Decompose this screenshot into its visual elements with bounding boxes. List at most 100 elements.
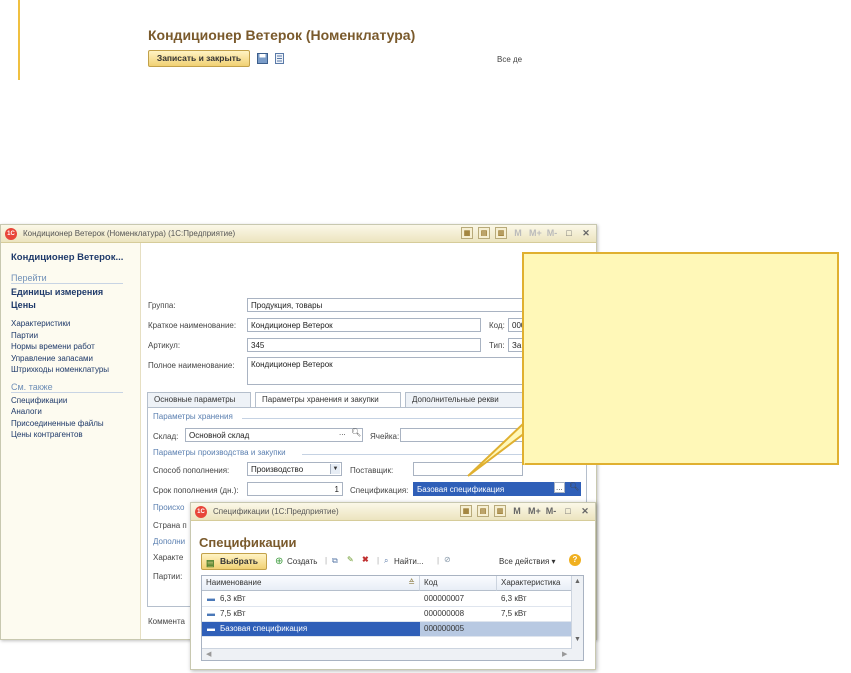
scroll-right-icon[interactable]: ▶ [562, 650, 567, 658]
scroll-left-icon[interactable]: ◀ [206, 650, 211, 658]
close-button[interactable]: ✕ [580, 227, 592, 239]
specifications-window: 1С Спецификации (1С:Предприятие) ▦ ▤ ▥ M… [190, 502, 596, 670]
spec-window-title: Спецификации (1С:Предприятие) [213, 507, 339, 516]
sidebar-section-see-also: См. также [11, 382, 123, 393]
spec-calculator-icon[interactable]: ▤ [477, 505, 489, 517]
term-field[interactable]: 1 [247, 482, 343, 496]
origin-group-title: Происхо [153, 503, 185, 512]
sidebar-item-prices[interactable]: Цены [11, 299, 140, 312]
comment-label: Коммента [148, 617, 185, 626]
column-header-name[interactable]: Наименование ≙ [202, 576, 420, 591]
callout-box [522, 252, 839, 465]
open-search-icon[interactable]: 🔍︎ [351, 428, 361, 437]
spec-titlebar: 1С Спецификации (1С:Предприятие) ▦ ▤ ▥ M… [191, 503, 595, 521]
spec-form-title: Спецификации [199, 535, 297, 550]
copy-icon[interactable]: ⧉ [332, 556, 338, 566]
spec-label: Спецификация: [350, 486, 409, 495]
toolbar-separator: | [325, 556, 328, 565]
sidebar-item-specifications[interactable]: Спецификации [11, 395, 140, 407]
all-actions-menu[interactable]: Все де [497, 55, 522, 64]
group-field[interactable]: Продукция, товары [247, 298, 523, 312]
toolbar-separator-2: | [377, 556, 380, 565]
tab-basic-params[interactable]: Основные параметры [147, 392, 251, 407]
sidebar-item-analogs[interactable]: Аналоги [11, 406, 140, 418]
table-row-selected[interactable]: ▬ Базовая спецификация 000000005 [202, 622, 572, 637]
storage-group-title: Параметры хранения [153, 412, 233, 421]
callout-pointer-join [524, 420, 538, 466]
calculator-icon[interactable]: ▤ [478, 227, 490, 239]
sidebar-item-lots[interactable]: Партии [11, 330, 140, 342]
sidebar-item-contractor-prices[interactable]: Цены контрагентов [11, 429, 140, 441]
code-label: Код: [489, 321, 505, 330]
type-field[interactable]: За [508, 338, 523, 352]
replenish-select[interactable]: Производство [247, 462, 342, 476]
document-list-icon[interactable] [274, 53, 285, 64]
sidebar: Кондиционер Ветерок... Перейти Единицы и… [1, 243, 141, 639]
spec-choose-ellipsis-icon[interactable]: ... [554, 482, 565, 493]
short-name-field[interactable]: Кондиционер Ветерок [247, 318, 481, 332]
row-code: 000000005 [424, 624, 465, 633]
help-icon[interactable]: ? [569, 554, 581, 566]
memory-plus-button[interactable]: M+ [529, 227, 542, 239]
choose-ellipsis-icon[interactable]: ... [339, 428, 346, 437]
create-button[interactable]: Создать [287, 557, 317, 566]
spec-memory-minus-button[interactable]: M- [545, 505, 557, 517]
vertical-scrollbar[interactable]: ▲ ▼ [571, 576, 583, 660]
restore-button[interactable]: □ [563, 227, 575, 239]
spec-open-search-icon[interactable]: 🔍︎ [569, 482, 579, 491]
article-field[interactable]: 345 [247, 338, 481, 352]
memory-button[interactable]: M [512, 227, 524, 239]
cancel-search-icon[interactable]: ⊘ [444, 555, 451, 564]
save-icon[interactable] [257, 53, 268, 64]
scroll-up-icon[interactable]: ▲ [574, 578, 581, 585]
sidebar-section-goto: Перейти [11, 273, 123, 284]
sidebar-item-units[interactable]: Единицы измерения [11, 286, 140, 299]
slide-accent-bar [18, 0, 20, 80]
spec-calendar-icon[interactable]: ▥ [494, 505, 506, 517]
row-code: 000000007 [424, 594, 465, 603]
cell-label: Ячейка: [370, 432, 400, 441]
spec-all-actions-menu[interactable]: Все действия ▾ [499, 557, 556, 566]
calendar-icon[interactable]: ▥ [495, 227, 507, 239]
history-icon[interactable]: ▦ [461, 227, 473, 239]
replenish-label: Способ пополнения: [153, 466, 230, 475]
row-name: Базовая спецификация [220, 624, 308, 633]
tab-additional[interactable]: Дополнительные рекви [405, 392, 525, 407]
sidebar-item-attached-files[interactable]: Присоединенные файлы [11, 418, 140, 430]
extra-group-title: Дополни [153, 537, 186, 546]
spec-history-icon[interactable]: ▦ [460, 505, 472, 517]
window-titlebar: 1С Кондиционер Ветерок (Номенклатура) (1… [1, 225, 596, 243]
find-button[interactable]: Найти... [394, 557, 424, 566]
table-row[interactable]: ▬ 7,5 кВт 000000008 7,5 кВт [202, 607, 572, 622]
choose-button[interactable]: ▤ Выбрать [201, 553, 267, 570]
spec-restore-button[interactable]: □ [562, 505, 574, 517]
table-row[interactable]: ▬ 6,3 кВт 000000007 6,3 кВт [202, 592, 572, 607]
delete-icon[interactable]: ✖ [362, 555, 369, 564]
find-icon: ⌕ [384, 556, 389, 565]
sidebar-item-work-norms[interactable]: Нормы времени работ [11, 341, 140, 353]
spec-memory-plus-button[interactable]: M+ [528, 505, 541, 517]
horizontal-scrollbar[interactable]: ◀ ▶ [202, 648, 572, 660]
column-header-code[interactable]: Код [420, 576, 497, 591]
sidebar-item-characteristics[interactable]: Характеристики [11, 318, 140, 330]
item-icon: ▬ [207, 624, 215, 633]
edit-pencil-icon[interactable]: ✎ [347, 555, 354, 564]
memory-minus-button[interactable]: M- [546, 227, 558, 239]
full-name-field[interactable]: Кондиционер Ветерок [247, 357, 523, 385]
full-name-label: Полное наименование: [148, 361, 235, 370]
sidebar-item-barcodes[interactable]: Штрихкоды номенклатуры [11, 364, 140, 376]
warehouse-field[interactable]: Основной склад [185, 428, 363, 442]
spec-1c-logo-icon: 1С [195, 506, 207, 518]
spec-close-button[interactable]: ✕ [579, 505, 591, 517]
country-label: Страна п [153, 521, 187, 530]
spec-memory-button[interactable]: M [511, 505, 523, 517]
tab-storage-purchase[interactable]: Параметры хранения и закупки [255, 392, 401, 408]
create-plus-icon: ⊕ [275, 556, 284, 567]
save-and-close-button[interactable]: Записать и закрыть [148, 50, 250, 67]
sidebar-item-stock-management[interactable]: Управление запасами [11, 353, 140, 365]
scroll-down-icon[interactable]: ▼ [574, 636, 581, 643]
column-header-characteristic[interactable]: Характеристика [497, 576, 572, 591]
code-field[interactable]: 000 [508, 318, 523, 332]
chevron-down-icon[interactable]: ▼ [330, 464, 340, 474]
group-label: Группа: [148, 301, 176, 310]
